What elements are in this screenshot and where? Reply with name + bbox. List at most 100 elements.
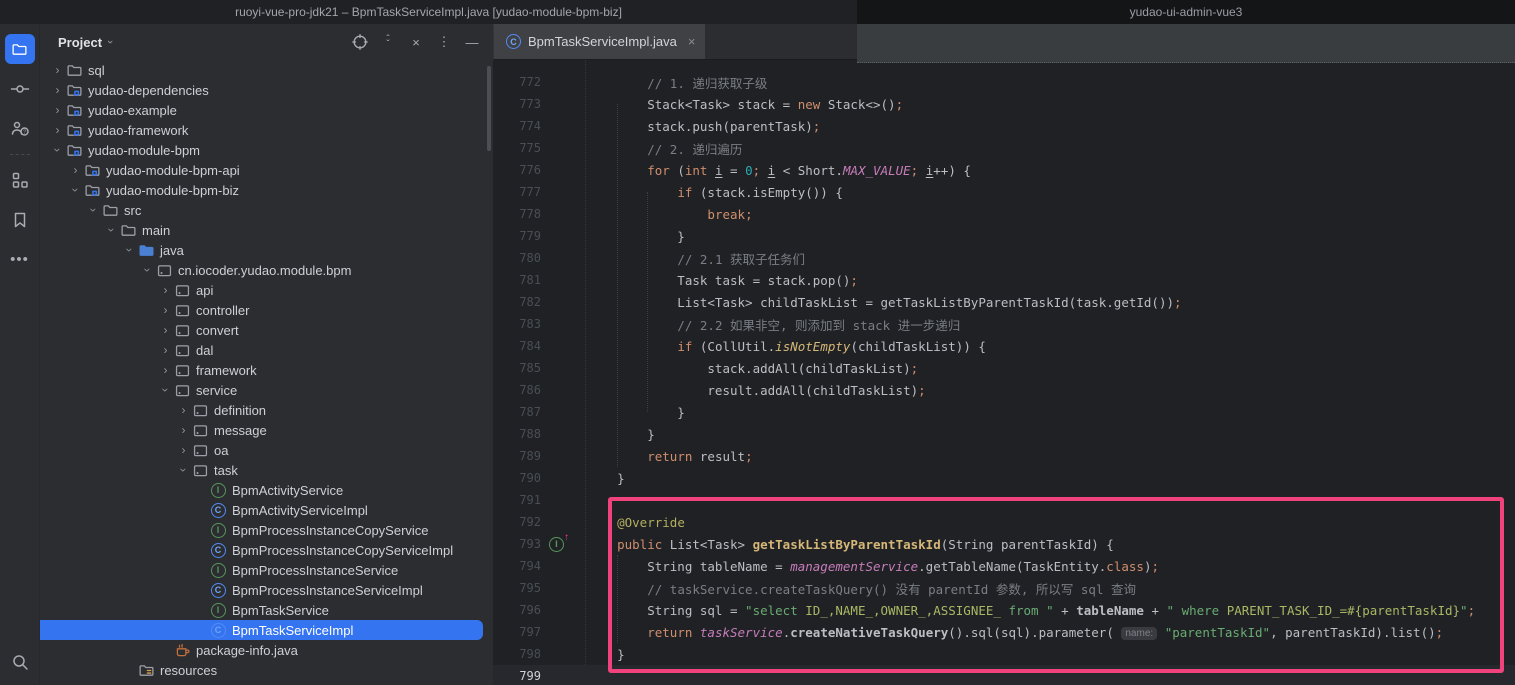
line-number[interactable]: 783 — [493, 317, 541, 331]
code-line-795[interactable]: 795 // taskService.createTaskQuery() 没有 … — [493, 577, 1515, 599]
options-button[interactable]: ⋮ — [433, 31, 455, 53]
chevron-icon[interactable]: › — [176, 443, 191, 457]
tree-item-yudao-module-bpm-api[interactable]: ›yudao-module-bpm-api — [40, 160, 493, 180]
chevron-icon[interactable]: › — [50, 103, 65, 117]
line-number[interactable]: 786 — [493, 383, 541, 397]
line-number[interactable]: 781 — [493, 273, 541, 287]
tree-item-package-info-java[interactable]: package-info.java — [40, 640, 493, 660]
commit-tool-button[interactable] — [5, 74, 35, 104]
tree-item-message[interactable]: ›message — [40, 420, 493, 440]
code-line-774[interactable]: 774 stack.push(parentTask); — [493, 115, 1515, 137]
tree-item-convert[interactable]: ›convert — [40, 320, 493, 340]
tree-item-yudao-module-bpm[interactable]: ›yudao-module-bpm — [40, 140, 493, 160]
code-line-773[interactable]: 773 Stack<Task> stack = new Stack<>(); — [493, 93, 1515, 115]
close-icon[interactable]: × — [688, 34, 696, 49]
implements-method-icon[interactable]: I↑ — [549, 537, 564, 552]
code-line-789[interactable]: 789 return result; — [493, 445, 1515, 467]
chevron-icon[interactable]: › — [158, 283, 173, 297]
code-line-785[interactable]: 785 stack.addAll(childTaskList); — [493, 357, 1515, 379]
code-line-783[interactable]: 783 // 2.2 如果非空, 则添加到 stack 进一步递归 — [493, 313, 1515, 335]
chevron-icon[interactable]: › — [141, 263, 155, 278]
line-number[interactable]: 773 — [493, 97, 541, 111]
search-button[interactable] — [5, 647, 35, 677]
line-number[interactable]: 797 — [493, 625, 541, 639]
code-line-796[interactable]: 796 String sql = "select ID_,NAME_,OWNER… — [493, 599, 1515, 621]
code-line-778[interactable]: 778 break; — [493, 203, 1515, 225]
code-line-791[interactable]: 791 — [493, 489, 1515, 511]
line-number[interactable]: 780 — [493, 251, 541, 265]
chevron-icon[interactable]: › — [177, 463, 191, 478]
tree-item-oa[interactable]: ›oa — [40, 440, 493, 460]
structure-tool-button[interactable] — [5, 165, 35, 195]
tree-item-definition[interactable]: ›definition — [40, 400, 493, 420]
pull-requests-tool-button[interactable]: ? — [5, 114, 35, 144]
line-number[interactable]: 793 — [493, 537, 541, 551]
chevron-icon[interactable]: › — [50, 83, 65, 97]
line-number[interactable]: 776 — [493, 163, 541, 177]
tree-item-bpmtaskserviceimpl[interactable]: CBpmTaskServiceImpl — [40, 620, 483, 640]
code-line-775[interactable]: 775 // 2. 递归遍历 — [493, 137, 1515, 159]
bookmarks-tool-button[interactable] — [5, 205, 35, 235]
tree-item-bpmactivityserviceimpl[interactable]: CBpmActivityServiceImpl — [40, 500, 493, 520]
expand-button[interactable]: ˆˇ — [377, 31, 399, 53]
tree-item-task[interactable]: ›task — [40, 460, 493, 480]
line-number[interactable]: 791 — [493, 493, 541, 507]
chevron-icon[interactable]: › — [158, 363, 173, 377]
line-number[interactable]: 787 — [493, 405, 541, 419]
line-number[interactable]: 779 — [493, 229, 541, 243]
chevron-icon[interactable]: › — [123, 243, 137, 258]
line-number[interactable]: 795 — [493, 581, 541, 595]
tree-item-sql[interactable]: ›sql — [40, 60, 493, 80]
code-line-793[interactable]: 793I↑ public List<Task> getTaskListByPar… — [493, 533, 1515, 555]
code-line-780[interactable]: 780 // 2.1 获取子任务们 — [493, 247, 1515, 269]
more-tools-button[interactable]: ••• — [5, 245, 35, 275]
chevron-icon[interactable]: › — [158, 303, 173, 317]
chevron-icon[interactable]: › — [69, 183, 83, 198]
chevron-icon[interactable]: › — [50, 63, 65, 77]
line-number[interactable]: 790 — [493, 471, 541, 485]
chevron-icon[interactable]: › — [176, 403, 191, 417]
tree-item-dal[interactable]: ›dal — [40, 340, 493, 360]
tree-item-yudao-dependencies[interactable]: ›yudao-dependencies — [40, 80, 493, 100]
line-number[interactable]: 788 — [493, 427, 541, 441]
code-line-772[interactable]: 772 // 1. 递归获取子级 — [493, 71, 1515, 93]
tree-item-yudao-example[interactable]: ›yudao-example — [40, 100, 493, 120]
chevron-icon[interactable]: › — [51, 143, 65, 158]
code-line-787[interactable]: 787 } — [493, 401, 1515, 423]
tree-item-bpmtaskservice[interactable]: IBpmTaskService — [40, 600, 493, 620]
tab-bpmtaskserviceimpl[interactable]: C BpmTaskServiceImpl.java × — [494, 24, 705, 59]
chevron-icon[interactable]: › — [158, 343, 173, 357]
code-line-788[interactable]: 788 } — [493, 423, 1515, 445]
line-number[interactable]: 772 — [493, 75, 541, 89]
tree-item-bpmprocessinstanceserviceimpl[interactable]: CBpmProcessInstanceServiceImpl — [40, 580, 493, 600]
code-line-790[interactable]: 790 } — [493, 467, 1515, 489]
locate-file-button[interactable] — [349, 31, 371, 53]
line-number[interactable]: 799 — [493, 669, 541, 683]
tree-item-bpmprocessinstancecopyserviceimpl[interactable]: CBpmProcessInstanceCopyServiceImpl — [40, 540, 493, 560]
code-line-798[interactable]: 798 } — [493, 643, 1515, 665]
code-line-777[interactable]: 777 if (stack.isEmpty()) { — [493, 181, 1515, 203]
chevron-icon[interactable]: › — [87, 203, 101, 218]
tree-item-service[interactable]: ›service — [40, 380, 493, 400]
tree-item-bpmprocessinstancecopyservice[interactable]: IBpmProcessInstanceCopyService — [40, 520, 493, 540]
hide-panel-button[interactable]: — — [461, 31, 483, 53]
chevron-icon[interactable]: › — [158, 323, 173, 337]
project-panel-title[interactable]: Project — [58, 35, 102, 50]
tree-item-api[interactable]: ›api — [40, 280, 493, 300]
line-number[interactable]: 794 — [493, 559, 541, 573]
code-line-786[interactable]: 786 result.addAll(childTaskList); — [493, 379, 1515, 401]
collapse-all-button[interactable]: × — [405, 31, 427, 53]
line-number[interactable]: 784 — [493, 339, 541, 353]
chevron-icon[interactable]: › — [68, 163, 83, 177]
chevron-down-icon[interactable]: › — [104, 40, 116, 44]
tree-item-controller[interactable]: ›controller — [40, 300, 493, 320]
line-number[interactable]: 774 — [493, 119, 541, 133]
tree-item-bpmactivityservice[interactable]: IBpmActivityService — [40, 480, 493, 500]
line-number[interactable]: 778 — [493, 207, 541, 221]
line-number[interactable]: 798 — [493, 647, 541, 661]
line-number[interactable]: 792 — [493, 515, 541, 529]
chevron-icon[interactable]: › — [159, 383, 173, 398]
chevron-icon[interactable]: › — [50, 123, 65, 137]
line-number[interactable]: 789 — [493, 449, 541, 463]
tree-item-resources[interactable]: resources — [40, 660, 493, 680]
